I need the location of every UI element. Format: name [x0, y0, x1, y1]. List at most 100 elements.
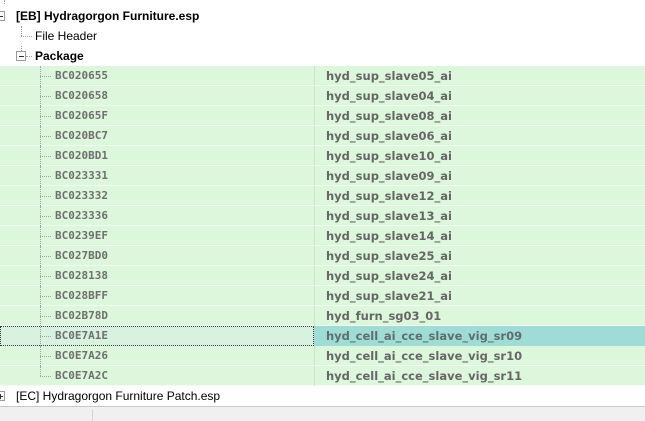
record-row[interactable]: BC023336 hyd_sup_slave13_ai — [0, 206, 645, 226]
record-row[interactable]: BC023331 hyd_sup_slave09_ai — [0, 166, 645, 186]
editor-id[interactable]: hyd_sup_slave09_ai — [326, 166, 452, 186]
record-row[interactable]: BC023332 hyd_sup_slave12_ai — [0, 186, 645, 206]
column-divider — [314, 206, 315, 226]
collapse-icon[interactable] — [16, 51, 26, 61]
tree-node-plugin-eb[interactable]: [EB] Hydragorgon Furniture.esp — [0, 6, 645, 26]
record-row[interactable]: BC0239EF hyd_sup_slave14_ai — [0, 226, 645, 246]
plugin-label: [EB] Hydragorgon Furniture.esp — [16, 9, 200, 23]
column-divider — [314, 226, 315, 246]
editor-id[interactable]: hyd_sup_slave05_ai — [326, 66, 452, 86]
form-id-cell-focused[interactable]: BC0E7A1E — [0, 326, 314, 346]
form-id-cell[interactable]: BC023332 — [0, 186, 314, 206]
tree-connector — [40, 366, 41, 376]
column-divider — [314, 246, 315, 266]
editor-id[interactable]: hyd_sup_slave08_ai — [326, 106, 452, 126]
tree-node-plugin-ec[interactable]: [EC] Hydragorgon Furniture Patch.esp — [0, 386, 645, 406]
editor-id[interactable]: hyd_sup_slave21_ai — [326, 286, 452, 306]
record-row[interactable]: BC0E7A2C hyd_cell_ai_cce_slave_vig_sr11 — [0, 366, 645, 386]
column-divider — [314, 146, 315, 166]
form-id: BC0E7A26 — [55, 349, 108, 362]
column-divider — [314, 106, 315, 126]
tree-connector — [40, 356, 51, 357]
package-label: Package — [35, 49, 84, 63]
editor-id[interactable]: hyd_sup_slave25_ai — [326, 246, 452, 266]
tree-connector — [4, 0, 5, 4]
record-row[interactable]: BC02B78D hyd_furn_sg03_01 — [0, 306, 645, 326]
column-divider — [314, 86, 315, 106]
record-row[interactable]: BC020655 hyd_sup_slave05_ai — [0, 66, 645, 86]
record-row[interactable]: BC028BFF hyd_sup_slave21_ai — [0, 286, 645, 306]
form-id-cell[interactable]: BC020BD1 — [0, 146, 314, 166]
tree-node-package[interactable]: Package — [0, 46, 645, 66]
form-id-cell[interactable]: BC0239EF — [0, 226, 314, 246]
record-row[interactable]: BC02065F hyd_sup_slave08_ai — [0, 106, 645, 126]
form-id: BC023336 — [55, 209, 108, 222]
record-row[interactable]: BC0E7A26 hyd_cell_ai_cce_slave_vig_sr10 — [0, 346, 645, 366]
tree-node-file-header[interactable]: File Header — [0, 26, 645, 46]
plugin-label: [EC] Hydragorgon Furniture Patch.esp — [16, 389, 221, 403]
editor-id[interactable]: hyd_cell_ai_cce_slave_vig_sr11 — [326, 366, 522, 386]
tree-connector — [40, 256, 51, 257]
tree-connector — [40, 336, 51, 337]
column-divider — [314, 366, 315, 386]
tree-connector — [40, 296, 51, 297]
form-id: BC0E7A1E — [55, 329, 108, 342]
form-id-cell[interactable]: BC028138 — [0, 266, 314, 286]
collapse-icon[interactable] — [0, 11, 5, 21]
editor-id[interactable]: hyd_sup_slave10_ai — [326, 146, 452, 166]
form-id-cell[interactable]: BC020655 — [0, 66, 314, 86]
tree-connector — [21, 26, 22, 36]
form-id-cell[interactable]: BC023331 — [0, 166, 314, 186]
form-id: BC020BC7 — [55, 129, 108, 142]
column-divider — [314, 66, 315, 86]
status-bar-divider — [92, 410, 93, 421]
form-id-cell[interactable]: BC023336 — [0, 206, 314, 226]
form-id: BC020655 — [55, 69, 108, 82]
column-divider — [314, 166, 315, 186]
form-id: BC02B78D — [55, 309, 108, 322]
form-id: BC023332 — [55, 189, 108, 202]
editor-id[interactable]: hyd_cell_ai_cce_slave_vig_sr10 — [326, 346, 522, 366]
form-id-cell[interactable]: BC020BC7 — [0, 126, 314, 146]
column-divider — [314, 126, 315, 146]
tree-connector — [40, 136, 51, 137]
form-id-cell[interactable]: BC02B78D — [0, 306, 314, 326]
form-id: BC028138 — [55, 269, 108, 282]
editor-id[interactable]: hyd_sup_slave12_ai — [326, 186, 452, 206]
column-divider — [314, 286, 315, 306]
editor-id[interactable]: hyd_sup_slave13_ai — [326, 206, 452, 226]
form-id: BC020658 — [55, 89, 108, 102]
record-row[interactable]: BC027BD0 hyd_sup_slave25_ai — [0, 246, 645, 266]
form-id-cell[interactable]: BC0E7A26 — [0, 346, 314, 366]
record-row[interactable]: BC020BD1 hyd_sup_slave10_ai — [0, 146, 645, 166]
form-id-cell[interactable]: BC0E7A2C — [0, 366, 314, 386]
form-id: BC0E7A2C — [55, 369, 108, 382]
editor-id[interactable]: hyd_sup_slave14_ai — [326, 226, 452, 246]
tree-connector — [40, 156, 51, 157]
record-row-selected[interactable]: BC0E7A1E hyd_cell_ai_cce_slave_vig_sr09 — [0, 326, 645, 346]
status-bar — [0, 406, 645, 421]
tree-connector — [40, 196, 51, 197]
expand-icon[interactable] — [0, 391, 5, 401]
form-id-cell[interactable]: BC027BD0 — [0, 246, 314, 266]
editor-id[interactable]: hyd_sup_slave04_ai — [326, 86, 452, 106]
form-id: BC020BD1 — [55, 149, 108, 162]
tree-connector — [40, 376, 51, 377]
form-id-cell[interactable]: BC028BFF — [0, 286, 314, 306]
record-row[interactable]: BC028138 hyd_sup_slave24_ai — [0, 266, 645, 286]
tree-connector — [40, 236, 51, 237]
record-tree[interactable]: [EB] Hydragorgon Furniture.esp File Head… — [0, 0, 645, 406]
column-divider — [314, 346, 315, 366]
editor-id[interactable]: hyd_furn_sg03_01 — [326, 306, 441, 326]
column-divider — [314, 186, 315, 206]
tree-connector — [40, 176, 51, 177]
record-row[interactable]: BC020BC7 hyd_sup_slave06_ai — [0, 126, 645, 146]
form-id-cell[interactable]: BC020658 — [0, 86, 314, 106]
record-row[interactable]: BC020658 hyd_sup_slave04_ai — [0, 86, 645, 106]
form-id: BC028BFF — [55, 289, 108, 302]
form-id-cell[interactable]: BC02065F — [0, 106, 314, 126]
editor-id[interactable]: hyd_sup_slave06_ai — [326, 126, 452, 146]
editor-id[interactable]: hyd_cell_ai_cce_slave_vig_sr09 — [326, 326, 522, 346]
tree-connector — [40, 116, 51, 117]
editor-id[interactable]: hyd_sup_slave24_ai — [326, 266, 452, 286]
